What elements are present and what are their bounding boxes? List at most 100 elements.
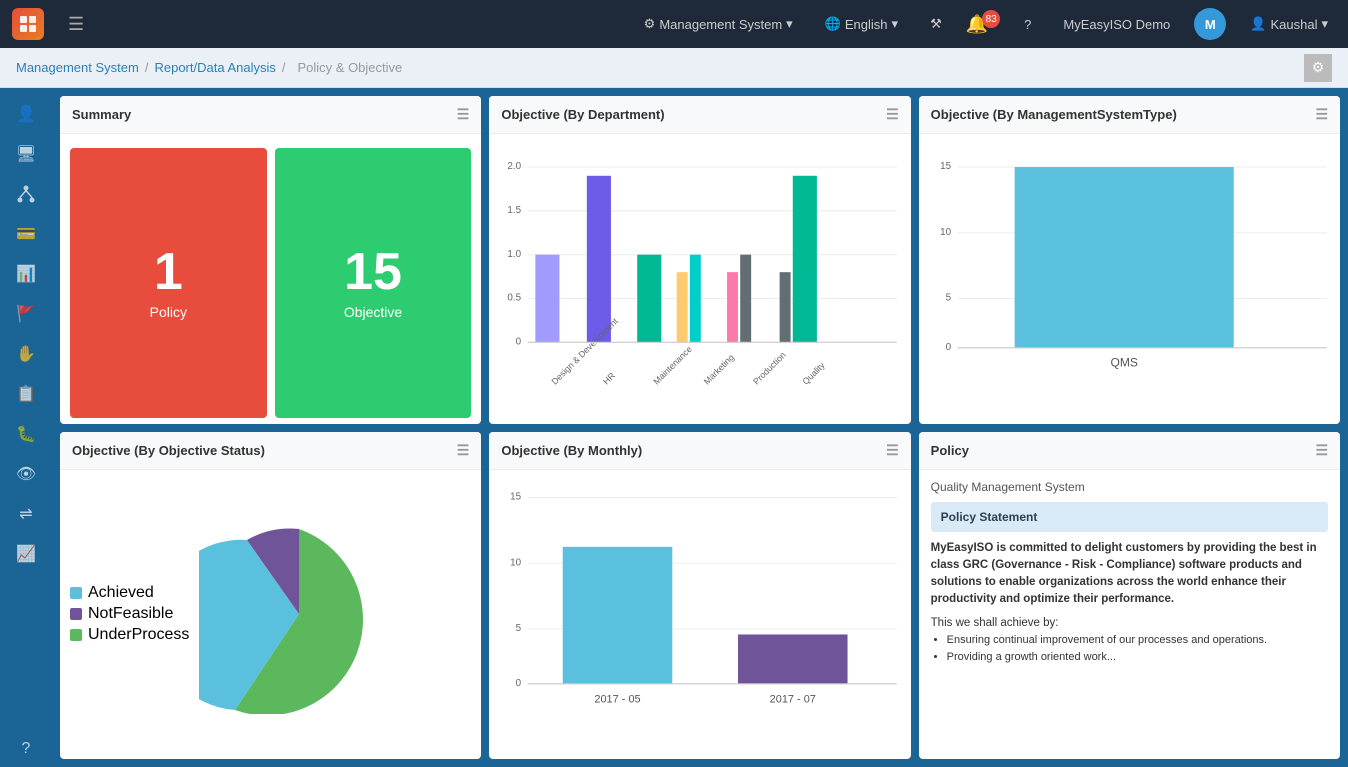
breadcrumb-sep1: / xyxy=(145,60,149,75)
chevron-down-icon-user: ▾ xyxy=(1321,16,1328,32)
dept-chart-body: 2.0 1.5 1.0 0.5 0 xyxy=(489,134,910,424)
sidebar-item-help[interactable]: ? xyxy=(6,731,46,767)
sidebar-item-person[interactable]: 👤 xyxy=(6,96,46,132)
breadcrumb-current: Policy & Objective xyxy=(298,60,403,75)
mgmt-type-chart-header: Objective (By ManagementSystemType) ☰ xyxy=(919,96,1340,134)
svg-text:10: 10 xyxy=(940,227,951,238)
main-layout: 👤 🖥 💳 📊 🚩 ✋ 📋 🐛 👁 ⇌ 📈 ? Summary xyxy=(0,88,1348,767)
chevron-down-icon: ▾ xyxy=(786,16,793,32)
policy-card-header: Policy ☰ xyxy=(919,432,1340,470)
policy-achieve-text: This we shall achieve by: xyxy=(931,615,1328,632)
status-chart-header: Objective (By Objective Status) ☰ xyxy=(60,432,481,470)
sidebar-item-bug[interactable]: 🐛 xyxy=(6,416,46,452)
policy-count: 1 xyxy=(154,246,183,298)
globe-icon: 🌐 xyxy=(825,16,841,32)
status-chart-menu-icon[interactable]: ☰ xyxy=(457,442,470,459)
demo-label: MyEasyISO Demo xyxy=(1055,13,1178,36)
svg-text:Quality: Quality xyxy=(801,360,828,387)
summary-title: Summary xyxy=(72,107,131,122)
svg-text:0: 0 xyxy=(945,342,951,353)
achieved-dot xyxy=(70,587,82,599)
sidebar-item-barchart[interactable]: 📊 xyxy=(6,256,46,292)
hamburger-icon[interactable]: ☰ xyxy=(68,14,84,35)
notfeasible-label: NotFeasible xyxy=(88,605,173,623)
svg-text:2017 - 07: 2017 - 07 xyxy=(770,693,816,705)
sidebar-item-eye[interactable]: 👁 xyxy=(6,456,46,492)
sidebar-item-hand[interactable]: ✋ xyxy=(6,336,46,372)
underprocess-label: UnderProcess xyxy=(88,626,189,644)
policy-card-title: Policy xyxy=(931,443,969,458)
svg-text:2.0: 2.0 xyxy=(508,161,522,172)
dept-chart-title: Objective (By Department) xyxy=(501,107,664,122)
top-nav: ☰ ⚙ Management System ▾ 🌐 English ▾ ⚒ 🔔 … xyxy=(0,0,1348,48)
dept-chart-card: Objective (By Department) ☰ 2.0 1.5 1.0 … xyxy=(489,96,910,424)
policy-tile[interactable]: 1 Policy xyxy=(70,148,267,418)
svg-text:Maintenance: Maintenance xyxy=(652,344,695,387)
mgmt-type-chart-body: 15 10 5 0 QMS xyxy=(919,134,1340,424)
dept-chart-menu-icon[interactable]: ☰ xyxy=(886,106,899,123)
objective-tile[interactable]: 15 Objective xyxy=(275,148,472,418)
tools-icon-btn[interactable]: ⚒ xyxy=(922,12,950,36)
status-legend: Achieved NotFeasible UnderProcess xyxy=(70,581,189,647)
summary-card-body: 1 Policy 15 Objective xyxy=(60,134,481,424)
svg-text:2017 - 05: 2017 - 05 xyxy=(595,693,641,705)
dept-chart-header: Objective (By Department) ☰ xyxy=(489,96,910,134)
settings-button[interactable]: ⚙ xyxy=(1304,54,1332,82)
sidebar-item-flag[interactable]: 🚩 xyxy=(6,296,46,332)
sidebar-item-card[interactable]: 💳 xyxy=(6,216,46,252)
svg-text:15: 15 xyxy=(510,491,521,502)
monthly-bar-chart: 15 10 5 0 2017 - xyxy=(497,474,902,756)
legend-underprocess: UnderProcess xyxy=(70,626,189,644)
svg-text:0: 0 xyxy=(516,677,522,688)
app-logo[interactable] xyxy=(12,8,44,40)
svg-text:0: 0 xyxy=(516,336,522,347)
svg-text:HR: HR xyxy=(601,370,617,386)
policy-statement-label: Policy Statement xyxy=(941,510,1038,524)
notifications-btn[interactable]: 🔔 83 xyxy=(966,14,1000,35)
sidebar-item-tablet[interactable]: 📋 xyxy=(6,376,46,412)
help-btn[interactable]: ? xyxy=(1016,13,1039,36)
policy-text-strong: MyEasyISO is committed to delight custom… xyxy=(931,542,1317,606)
management-system-menu[interactable]: ⚙ Management System ▾ xyxy=(636,12,801,36)
mgmt-bar-chart: 15 10 5 0 QMS xyxy=(927,138,1332,420)
main-content: Summary ☰ 1 Policy 15 Objective xyxy=(52,88,1348,767)
svg-text:5: 5 xyxy=(945,293,951,304)
notification-count: 83 xyxy=(982,10,1000,28)
user-icon: 👤 xyxy=(1250,16,1266,32)
breadcrumb-home[interactable]: Management System xyxy=(16,60,139,75)
breadcrumb-sep2: / xyxy=(282,60,286,75)
svg-text:QMS: QMS xyxy=(1110,355,1137,369)
sidebar-item-arrows[interactable]: ⇌ xyxy=(6,496,46,532)
legend-notfeasible: NotFeasible xyxy=(70,605,189,623)
policy-statement-box: Policy Statement xyxy=(931,502,1328,532)
svg-text:Marketing: Marketing xyxy=(702,352,736,386)
sidebar: 👤 🖥 💳 📊 🚩 ✋ 📋 🐛 👁 ⇌ 📈 ? xyxy=(0,88,52,767)
legend-achieved: Achieved xyxy=(70,584,189,602)
underprocess-dot xyxy=(70,629,82,641)
status-pie-chart xyxy=(199,514,399,714)
policy-list-item-2: Providing a growth oriented work... xyxy=(947,649,1328,667)
user-avatar[interactable]: M xyxy=(1194,8,1226,40)
sidebar-item-network[interactable] xyxy=(6,176,46,212)
status-chart-card: Objective (By Objective Status) ☰ Achiev… xyxy=(60,432,481,760)
monthly-chart-header: Objective (By Monthly) ☰ xyxy=(489,432,910,470)
sidebar-item-trend[interactable]: 📈 xyxy=(6,536,46,572)
tools-icon: ⚒ xyxy=(930,16,942,32)
language-menu[interactable]: 🌐 English ▾ xyxy=(817,12,906,36)
user-menu[interactable]: 👤 Kaushal ▾ xyxy=(1242,12,1336,36)
svg-text:Production: Production xyxy=(751,350,788,387)
svg-text:0.5: 0.5 xyxy=(508,293,522,304)
achieved-label: Achieved xyxy=(88,584,154,602)
status-chart-title: Objective (By Objective Status) xyxy=(72,443,265,458)
summary-card: Summary ☰ 1 Policy 15 Objective xyxy=(60,96,481,424)
breadcrumb-report[interactable]: Report/Data Analysis xyxy=(154,60,275,75)
mgmt-type-menu-icon[interactable]: ☰ xyxy=(1315,106,1328,123)
summary-card-header: Summary ☰ xyxy=(60,96,481,134)
objective-count: 15 xyxy=(344,246,402,298)
monthly-chart-menu-icon[interactable]: ☰ xyxy=(886,442,899,459)
objective-label: Objective xyxy=(344,304,402,320)
summary-menu-icon[interactable]: ☰ xyxy=(457,106,470,123)
sidebar-item-monitor[interactable]: 🖥 xyxy=(6,136,46,172)
policy-list-item-1: Ensuring continual improvement of our pr… xyxy=(947,632,1328,650)
policy-menu-icon[interactable]: ☰ xyxy=(1315,442,1328,459)
